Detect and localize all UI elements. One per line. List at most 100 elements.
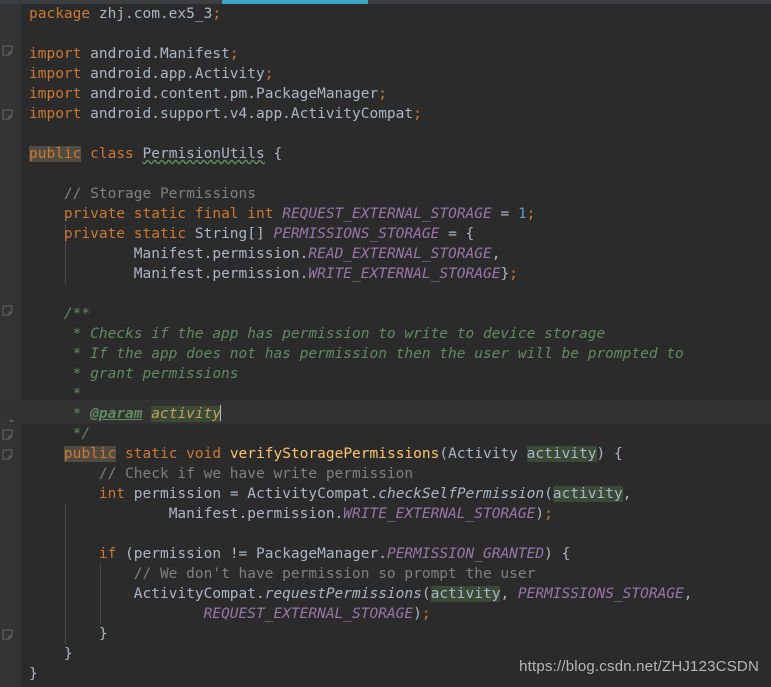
javadoc-open: /** xyxy=(63,306,91,322)
code-line: // We don't have permission so prompt th… xyxy=(21,564,771,584)
code-line: if (permission != PackageManager.PERMISS… xyxy=(98,546,571,562)
fold-marker-imports-end[interactable] xyxy=(2,109,13,120)
keyword-class: class xyxy=(90,146,134,162)
keyword-int: int xyxy=(98,486,126,502)
editor-gutter[interactable] xyxy=(0,4,21,687)
line-comment: // Check if we have write permission xyxy=(98,466,414,482)
method-call: checkSelfPermission xyxy=(378,486,545,502)
code-line: package zhj.com.ex5_3; xyxy=(29,6,222,22)
permission-constant: WRITE_EXTERNAL_STORAGE xyxy=(308,266,501,282)
javadoc-text: * grant permissions xyxy=(72,366,239,382)
code-line: ActivityCompat.requestPermissions(activi… xyxy=(133,586,693,602)
javadoc-text: * Checks if the app has permission to wr… xyxy=(72,326,606,342)
parameter-type: Activity xyxy=(448,446,518,462)
manifest-prefix: Manifest.permission. xyxy=(133,246,309,262)
code-line: */ xyxy=(21,424,771,444)
permission-constant: WRITE_EXTERNAL_STORAGE xyxy=(343,506,536,522)
code-line: Manifest.permission.WRITE_EXTERNAL_STORA… xyxy=(168,506,553,522)
package-name: zhj.com.ex5_3 xyxy=(98,6,213,22)
code-line: /** xyxy=(21,304,771,324)
class-reference: PackageManager xyxy=(256,546,379,562)
javadoc-param-value: activity xyxy=(151,406,222,422)
constant-name: REQUEST_EXTERNAL_STORAGE xyxy=(282,206,492,222)
keyword-public: public xyxy=(63,446,117,462)
keyword-import: import xyxy=(29,106,82,122)
code-line: // Check if we have write permission xyxy=(21,464,771,484)
class-reference: ActivityCompat xyxy=(133,586,256,602)
code-line: * Checks if the app has permission to wr… xyxy=(21,324,771,344)
code-line: REQUEST_EXTERNAL_STORAGE); xyxy=(203,606,431,622)
variable-name: permission xyxy=(133,486,222,502)
method-declaration-name: verifyStoragePermissions xyxy=(229,446,440,462)
code-line: import android.Manifest; xyxy=(29,46,239,62)
watermark-text: https://blog.csdn.net/ZHJ123CSDN xyxy=(519,658,759,675)
javadoc-text: * xyxy=(72,386,82,402)
manifest-prefix: Manifest.permission. xyxy=(168,506,344,522)
code-line: import android.content.pm.PackageManager… xyxy=(29,86,387,102)
fold-marker-javadoc-end[interactable] xyxy=(2,429,13,440)
code-line: public class PermisionUtils { xyxy=(29,146,283,162)
keyword-void: void xyxy=(186,446,222,462)
keyword-import: import xyxy=(29,46,82,62)
constant-reference: REQUEST_EXTERNAL_STORAGE xyxy=(203,606,414,622)
class-reference: ActivityCompat xyxy=(247,486,370,502)
keyword-static: static xyxy=(133,226,187,242)
import-path: android.content.pm.PackageManager xyxy=(90,86,379,102)
line-comment: // Storage Permissions xyxy=(63,186,256,202)
code-line: int permission = ActivityCompat.checkSel… xyxy=(98,486,632,502)
keyword-public: public xyxy=(29,146,82,162)
argument-activity: activity xyxy=(552,486,623,502)
code-line-active[interactable]: * @param activity xyxy=(21,404,771,424)
fold-marker-method[interactable] xyxy=(2,449,13,460)
field-name: PERMISSIONS_STORAGE xyxy=(273,226,440,242)
code-line: Manifest.permission.READ_EXTERNAL_STORAG… xyxy=(133,246,501,262)
keyword-import: import xyxy=(29,66,82,82)
javadoc-close: */ xyxy=(72,426,91,442)
code-line: Manifest.permission.WRITE_EXTERNAL_STORA… xyxy=(133,266,518,282)
constant-reference: PERMISSION_GRANTED xyxy=(386,546,545,562)
keyword-package: package xyxy=(29,6,91,22)
code-line: public static void verifyStoragePermissi… xyxy=(63,446,623,462)
import-path: android.Manifest xyxy=(90,46,230,62)
fold-marker-javadoc-start[interactable] xyxy=(2,305,13,316)
code-editor-window: package zhj.com.ex5_3; import android.Ma… xyxy=(0,0,771,687)
line-comment: // We don't have permission so prompt th… xyxy=(133,566,536,582)
keyword-import: import xyxy=(29,86,82,102)
code-area[interactable]: package zhj.com.ex5_3; import android.Ma… xyxy=(21,4,771,687)
keyword-static: static xyxy=(125,446,178,462)
code-line: private static String[] PERMISSIONS_STOR… xyxy=(63,226,475,242)
javadoc-text: * If the app does not has permission the… xyxy=(72,346,684,362)
keyword-final: final xyxy=(194,206,239,222)
keyword-static: static xyxy=(133,206,187,222)
keyword-int: int xyxy=(247,206,274,222)
method-call: requestPermissions xyxy=(264,586,422,602)
numeric-literal: 1 xyxy=(517,206,527,222)
javadoc-param-tag: @param xyxy=(90,406,143,422)
import-path: android.support.v4.app.ActivityCompat xyxy=(90,106,414,122)
type-string-array: String[] xyxy=(194,226,265,242)
keyword-private: private xyxy=(63,206,126,222)
code-line: * xyxy=(21,384,771,404)
fold-marker-class-end[interactable] xyxy=(2,629,13,640)
manifest-prefix: Manifest.permission. xyxy=(133,266,309,282)
code-line: * If the app does not has permission the… xyxy=(21,344,771,364)
parameter-name: activity xyxy=(526,446,597,462)
text-caret xyxy=(220,405,222,421)
code-line: * grant permissions xyxy=(21,364,771,384)
fold-marker-imports[interactable] xyxy=(2,45,13,56)
import-path: android.app.Activity xyxy=(90,66,265,82)
variable-name: permission xyxy=(133,546,222,562)
code-line: // Storage Permissions xyxy=(21,184,771,204)
permission-constant: READ_EXTERNAL_STORAGE xyxy=(308,246,492,262)
keyword-private: private xyxy=(63,226,126,242)
code-line: import android.support.v4.app.ActivityCo… xyxy=(29,106,422,122)
field-reference: PERMISSIONS_STORAGE xyxy=(517,586,684,602)
argument-activity: activity xyxy=(430,586,501,602)
class-name: PermisionUtils xyxy=(142,146,265,162)
keyword-if: if xyxy=(98,546,117,562)
code-line: } xyxy=(29,626,108,642)
